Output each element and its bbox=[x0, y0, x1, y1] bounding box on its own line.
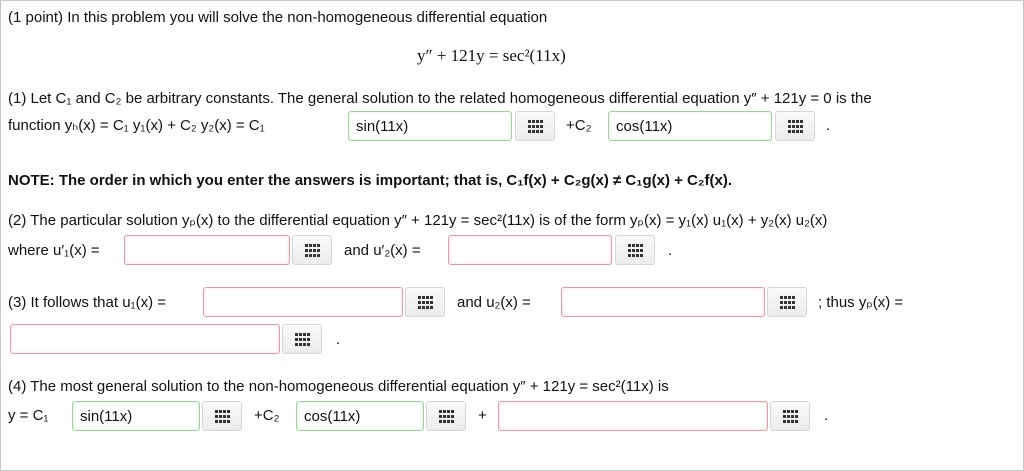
part3-suffix: ; thus yₚ(x) = bbox=[818, 294, 904, 311]
part2-prefix: where u′₁(x) = bbox=[8, 242, 100, 259]
answer-u1-prime-input[interactable] bbox=[124, 235, 290, 265]
answer-u2-prime-input[interactable] bbox=[448, 235, 612, 265]
part4-statement: (4) The most general solution to the non… bbox=[8, 378, 669, 395]
keypad-button-5[interactable] bbox=[405, 287, 445, 317]
part4-mid: +C₂ bbox=[254, 407, 280, 424]
answer-general-y2-input[interactable] bbox=[296, 401, 424, 431]
part3-end: . bbox=[336, 331, 341, 348]
part3-prefix: (3) It follows that u₁(x) = bbox=[8, 294, 167, 311]
keypad-button-10[interactable] bbox=[770, 401, 810, 431]
part1-mid: +C₂ bbox=[566, 117, 592, 134]
answer-u2-input[interactable] bbox=[561, 287, 765, 317]
keypad-button-8[interactable] bbox=[202, 401, 242, 431]
part4-plus: + bbox=[478, 407, 487, 424]
grid-keypad-icon bbox=[628, 244, 643, 257]
part4-end: . bbox=[824, 407, 829, 424]
grid-keypad-icon bbox=[295, 333, 310, 346]
grid-keypad-icon bbox=[528, 120, 543, 133]
answer-general-yp-input[interactable] bbox=[498, 401, 768, 431]
keypad-button-4[interactable] bbox=[615, 235, 655, 265]
answer-y2-input[interactable] bbox=[608, 111, 772, 141]
grid-keypad-icon bbox=[418, 296, 433, 309]
grid-keypad-icon bbox=[780, 296, 795, 309]
keypad-button-1[interactable] bbox=[515, 111, 555, 141]
order-note: NOTE: The order in which you enter the a… bbox=[8, 172, 733, 189]
part4-prefix: y = C₁ bbox=[8, 407, 49, 424]
answer-u1-input[interactable] bbox=[203, 287, 403, 317]
keypad-button-9[interactable] bbox=[426, 401, 466, 431]
keypad-button-6[interactable] bbox=[767, 287, 807, 317]
grid-keypad-icon bbox=[788, 120, 803, 133]
answer-yp-input[interactable] bbox=[10, 324, 280, 354]
part1-statement: (1) Let C₁ and C₂ be arbitrary constants… bbox=[8, 90, 872, 107]
part2-end: . bbox=[668, 242, 673, 259]
grid-keypad-icon bbox=[439, 410, 454, 423]
keypad-button-7[interactable] bbox=[282, 324, 322, 354]
problem-header: (1 point) In this problem you will solve… bbox=[8, 9, 548, 26]
answer-general-y1-input[interactable] bbox=[72, 401, 200, 431]
grid-keypad-icon bbox=[783, 410, 798, 423]
grid-keypad-icon bbox=[215, 410, 230, 423]
main-equation: y″ + 121y = sec²(11x) bbox=[417, 46, 566, 65]
part1-end: . bbox=[826, 117, 831, 134]
grid-keypad-icon bbox=[305, 244, 320, 257]
part3-mid: and u₂(x) = bbox=[457, 294, 531, 311]
answer-y1-input[interactable] bbox=[348, 111, 512, 141]
keypad-button-3[interactable] bbox=[292, 235, 332, 265]
keypad-button-2[interactable] bbox=[775, 111, 815, 141]
part2-statement: (2) The particular solution yₚ(x) to the… bbox=[8, 212, 828, 229]
part1-prefix: function yₕ(x) = C₁ y₁(x) + C₂ y₂(x) = C… bbox=[8, 117, 265, 134]
part2-mid: and u′₂(x) = bbox=[344, 242, 421, 259]
